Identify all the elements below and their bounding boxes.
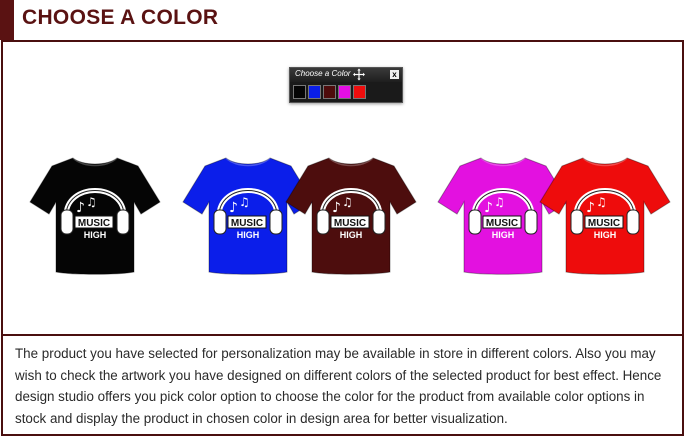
swatch-magenta[interactable] (338, 85, 351, 99)
artwork-line1: MUSIC (78, 218, 110, 229)
swatch-row (293, 85, 366, 99)
svg-text:♫: ♫ (494, 195, 505, 209)
svg-text:♫: ♫ (86, 195, 97, 209)
artwork-line2: HIGH (492, 230, 515, 240)
color-picker-widget[interactable]: Choose a Color x (289, 67, 403, 103)
swatch-maroon[interactable] (323, 85, 336, 99)
artwork-line1: MUSIC (334, 218, 366, 229)
picker-title: Choose a Color (295, 69, 351, 78)
artwork-line2: HIGH (237, 230, 260, 240)
artwork-line1: MUSIC (486, 218, 518, 229)
artwork-line2: HIGH (84, 230, 107, 240)
svg-text:♪: ♪ (586, 200, 595, 216)
move-icon[interactable] (353, 68, 365, 81)
section-title: CHOOSE A COLOR (22, 6, 219, 29)
picker-titlebar[interactable]: Choose a Color x (290, 68, 402, 82)
description-text: The product you have selected for person… (15, 346, 662, 426)
panel-divider (3, 334, 682, 336)
svg-text:♪: ♪ (229, 200, 238, 216)
artwork-line2: HIGH (594, 230, 617, 240)
svg-text:♪: ♪ (76, 200, 85, 216)
color-panel: Choose a Color x ♪♫MUSICHIGH ♪♫MUSI (1, 40, 684, 436)
artwork-line1: MUSIC (588, 218, 620, 229)
svg-text:♪: ♪ (332, 200, 341, 216)
svg-text:♫: ♫ (342, 195, 353, 209)
artwork-line1: MUSIC (231, 218, 263, 229)
svg-text:♫: ♫ (596, 195, 607, 209)
tshirt-black[interactable]: ♪ ♫ MUSICHIGH (28, 154, 162, 276)
tshirt-red[interactable]: ♪ ♫ MUSICHIGH (538, 154, 672, 276)
header-accent-bar (0, 0, 14, 40)
swatch-red[interactable] (353, 85, 366, 99)
svg-text:♫: ♫ (239, 195, 250, 209)
tshirt-maroon[interactable]: ♪ ♫ MUSICHIGH (284, 154, 418, 276)
section-header: CHOOSE A COLOR (0, 0, 685, 40)
svg-text:♪: ♪ (484, 200, 493, 216)
swatch-black[interactable] (293, 85, 306, 99)
swatch-blue[interactable] (308, 85, 321, 99)
artwork-line2: HIGH (340, 230, 363, 240)
close-icon[interactable]: x (390, 70, 399, 79)
